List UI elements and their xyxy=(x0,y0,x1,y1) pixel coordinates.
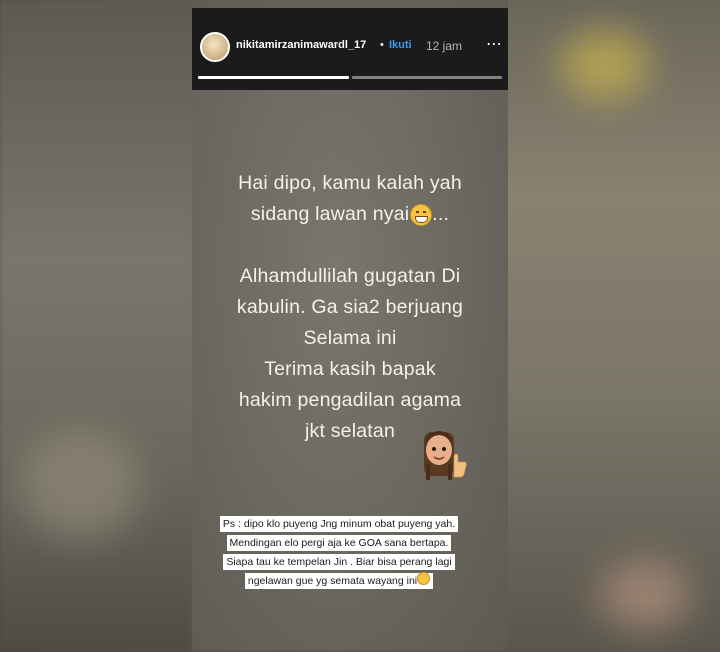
avatar[interactable] xyxy=(200,32,230,62)
story-timestamp: 12 jam xyxy=(426,39,463,53)
story-text-line: Hai dipo, kamu kalah yah xyxy=(238,172,462,194)
story-text-line: Selama ini xyxy=(303,327,397,349)
story-text-line: kabulin. Ga sia2 berjuang xyxy=(236,296,464,318)
story-card[interactable]: nikitamirzanimawardl_17 • Ikuti 12 jam ⋯… xyxy=(192,8,508,650)
smirk-emoji-icon xyxy=(417,572,431,585)
grinning-face-emoji-icon xyxy=(410,203,433,226)
more-options-icon[interactable]: ⋯ xyxy=(484,34,504,54)
story-text-line: Terima kasih bapak xyxy=(264,358,436,380)
username[interactable]: nikitamirzanimawardl_17 xyxy=(236,39,366,51)
follow-button[interactable]: Ikuti xyxy=(389,39,412,51)
story-text-blank xyxy=(192,230,508,261)
progress-segment xyxy=(198,76,349,79)
ps-caption-text: Ps : dipo klo puyeng Jng minum obat puye… xyxy=(219,516,459,589)
background-glow xyxy=(560,30,650,100)
story-header: nikitamirzanimawardl_17 • Ikuti 12 jam ⋯ xyxy=(192,8,508,90)
story-text-line: hakim pengadilan agama xyxy=(238,389,462,411)
story-text: Hai dipo, kamu kalah yah sidang lawan ny… xyxy=(192,168,508,447)
progress-segment xyxy=(351,76,502,79)
story-text-segment: sidang lawan nyai xyxy=(250,203,410,225)
story-text-line: sidang lawan nyai... xyxy=(192,199,508,230)
separator-dot: • xyxy=(380,39,384,51)
story-text-segment: ... xyxy=(432,203,450,225)
background-glow xyxy=(600,560,690,630)
story-text-line: Alhamdullilah gugatan Di xyxy=(239,265,461,287)
background-glow xyxy=(20,430,140,540)
background-blur-left xyxy=(0,0,192,652)
story-progress-bar xyxy=(198,76,502,79)
memoji-thumbs-up-icon xyxy=(424,431,467,480)
ps-caption: Ps : dipo klo puyeng Jng minum obat puye… xyxy=(216,515,462,591)
